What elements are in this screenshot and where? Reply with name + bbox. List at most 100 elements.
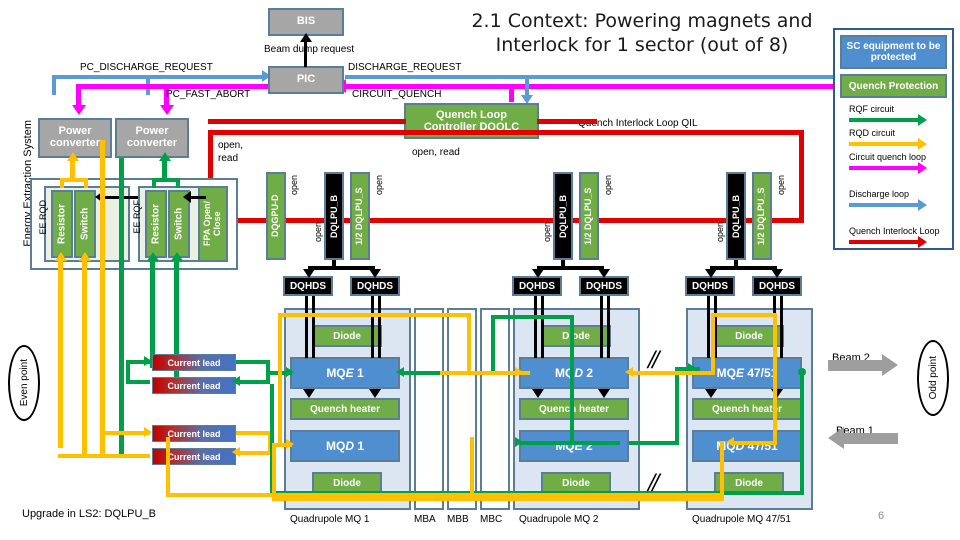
mq1-lead-4 (378, 296, 381, 358)
page-title-line2: Interlock for 1 sector (out of 8) (495, 33, 789, 56)
dqhds-2-bus (537, 266, 604, 270)
rqf-circuit-h3 (570, 441, 620, 445)
rqd-up-arrow-2 (79, 252, 91, 261)
legend-item-3-label: Discharge loop (849, 189, 910, 199)
qil-dqqlc-right (537, 119, 597, 124)
dqlpu-b-unit-3[interactable]: DQLPU_B (726, 172, 746, 260)
dqgpu-d-unit[interactable]: DQGPU-D (266, 172, 286, 260)
dipole-mbc-label: MBC (480, 514, 503, 525)
mq2-lead-2 (541, 296, 544, 358)
magnet-mqe-2[interactable]: MQE 2 (519, 430, 629, 462)
rqf-circuit-h2 (491, 315, 573, 319)
ee-rqd-label: EE RQD (38, 200, 48, 235)
odd-point-label: Odd point (927, 356, 939, 400)
magnet-mqd-1[interactable]: MQD 1 (290, 430, 400, 462)
ee-rqf-resistor[interactable]: Resistor (145, 190, 167, 258)
rqd-top-v-left (278, 313, 282, 443)
cl1-green-arrow (144, 356, 152, 366)
dqlpu-s-unit-3[interactable]: 1/2 DQLPU_S (752, 172, 772, 260)
rqd-arrow-mq1d (286, 439, 294, 449)
beam-dump-arrow (300, 33, 312, 42)
quench-heater-1-label: Quench heater (309, 403, 381, 415)
current-lead-1[interactable]: Current lead (152, 354, 236, 371)
dqlpu-s-label-1: 1/2 DQLPU_S (354, 187, 365, 245)
quench-heater-2[interactable]: Quench heater (519, 398, 629, 420)
magnet-mqe-1[interactable]: MQE 1 (290, 357, 400, 389)
page-title-line1: 2.1 Context: Powering magnets and (471, 10, 813, 32)
magnet-mqd-1-label: MQD 1 (325, 439, 365, 453)
magnet-mqd-2[interactable]: MQD 2 (519, 357, 629, 389)
rqf-arrow-mq1e (286, 367, 294, 377)
dqhds-2b[interactable]: DQHDS (579, 276, 629, 296)
legend-panel: SC equipment to be protected Quench Prot… (833, 28, 954, 250)
legend-item-0-arrow (849, 118, 919, 122)
magnet-group-1-caption: Quadrupole MQ 1 (290, 514, 370, 525)
dqlpu-b-unit-1[interactable]: DQLPU_B (324, 172, 344, 260)
dqqlc-magenta-feed (509, 84, 514, 102)
ee-rqd-switch[interactable]: Switch (74, 190, 96, 258)
footer-note: Upgrade in LS2: DQLPU_B (22, 508, 156, 520)
dqlpu-s-unit-2[interactable]: 1/2 DQLPU_S (579, 172, 599, 260)
current-lead-2[interactable]: Current lead (152, 377, 236, 394)
rqd-up-arrow-1 (55, 252, 67, 261)
pic-box[interactable]: PIC (268, 66, 344, 94)
rqd-from-mq2e (629, 371, 715, 375)
even-point-label: Even point (18, 359, 30, 407)
magnet-mqd-47[interactable]: MQD 47/51 (692, 430, 802, 462)
dqlpu-s-label-3: 1/2 DQLPU_S (756, 187, 767, 245)
diode-1-top-label: Diode (333, 330, 361, 342)
dqhds-2a[interactable]: DQHDS (512, 276, 562, 296)
dqlpu-b-label-2: DQLPU_B (558, 194, 568, 238)
dqlpu-b-label-3: DQLPU_B (731, 194, 741, 238)
ee-rqd-switch-label: Switch (79, 207, 91, 241)
mq2-lead-1 (534, 296, 537, 358)
dqlpu-s-unit-1[interactable]: 1/2 DQLPU_S (350, 172, 370, 260)
legend-header: SC equipment to be protected (840, 35, 947, 69)
beam2-arrow-head (882, 354, 898, 376)
dqhds-3b[interactable]: DQHDS (752, 276, 802, 296)
mq3-lead-1 (707, 296, 710, 358)
power-converter-2-label: Power converter (126, 125, 178, 149)
quench-heater-3[interactable]: Quench heater (692, 398, 802, 420)
cl2-green-arrow (232, 376, 240, 386)
current-lead-2-label: Current lead (167, 380, 221, 391)
magnet-mqd-2-label: MQD 2 (554, 366, 594, 380)
mq1-lead-1 (305, 296, 308, 358)
qil-dqqlc-left (208, 119, 406, 124)
cl4-yellow-arrow (232, 447, 240, 457)
mq3-qh-arrow-left (705, 389, 717, 398)
rqd-return-v1 (272, 443, 276, 499)
dqgpu-d-open-label: open (289, 175, 299, 196)
dqlpu-b-unit-2[interactable]: DQLPU_B (553, 172, 573, 260)
legend-item-0-arrowhead (918, 114, 927, 126)
beam2-arrow-shaft (828, 360, 882, 371)
cl2-out (236, 360, 270, 364)
legend-subheader-label: Quench Protection (848, 80, 939, 92)
dqhds-3b-label: DQHDS (758, 280, 796, 292)
dqhds-2b-label: DQHDS (585, 280, 623, 292)
current-lead-1-label: Current lead (167, 357, 221, 368)
rqf-pc-feed-stem (162, 160, 167, 180)
rqf-up-arrow-1 (147, 252, 159, 261)
rqd-pc-feed-stem (70, 160, 75, 180)
page-title: 2.1 Context: Powering magnets and Interl… (452, 10, 832, 58)
dqlpu-b-open-3: open (715, 222, 725, 243)
rqd-bottom-v1 (58, 258, 63, 448)
dqhds-1a[interactable]: DQHDS (283, 276, 333, 296)
discharge-request-label: DISCHARGE_REQUEST (348, 62, 462, 73)
current-lead-3[interactable]: Current lead (152, 425, 236, 442)
current-lead-4[interactable]: Current lead (152, 448, 236, 465)
power-converter-2[interactable]: Power converter (115, 118, 189, 158)
rqd-mq3-return-v (166, 437, 170, 497)
bis-box[interactable]: BIS (268, 8, 344, 36)
ees-open-label: open, (218, 140, 244, 151)
dqhds-3a[interactable]: DQHDS (685, 276, 735, 296)
qil-top-line (208, 130, 804, 135)
ee-rqd-resistor[interactable]: Resistor (51, 190, 73, 258)
dqhds-1b[interactable]: DQHDS (350, 276, 400, 296)
rqf-pc-arrow (159, 152, 171, 161)
pc-discharge-request-label: PC_DISCHARGE_REQUEST (80, 62, 213, 73)
circuit-quench-label: CIRCUIT_QUENCH (352, 89, 442, 100)
pic-label: PIC (296, 73, 316, 86)
quench-heater-1[interactable]: Quench heater (290, 398, 400, 420)
